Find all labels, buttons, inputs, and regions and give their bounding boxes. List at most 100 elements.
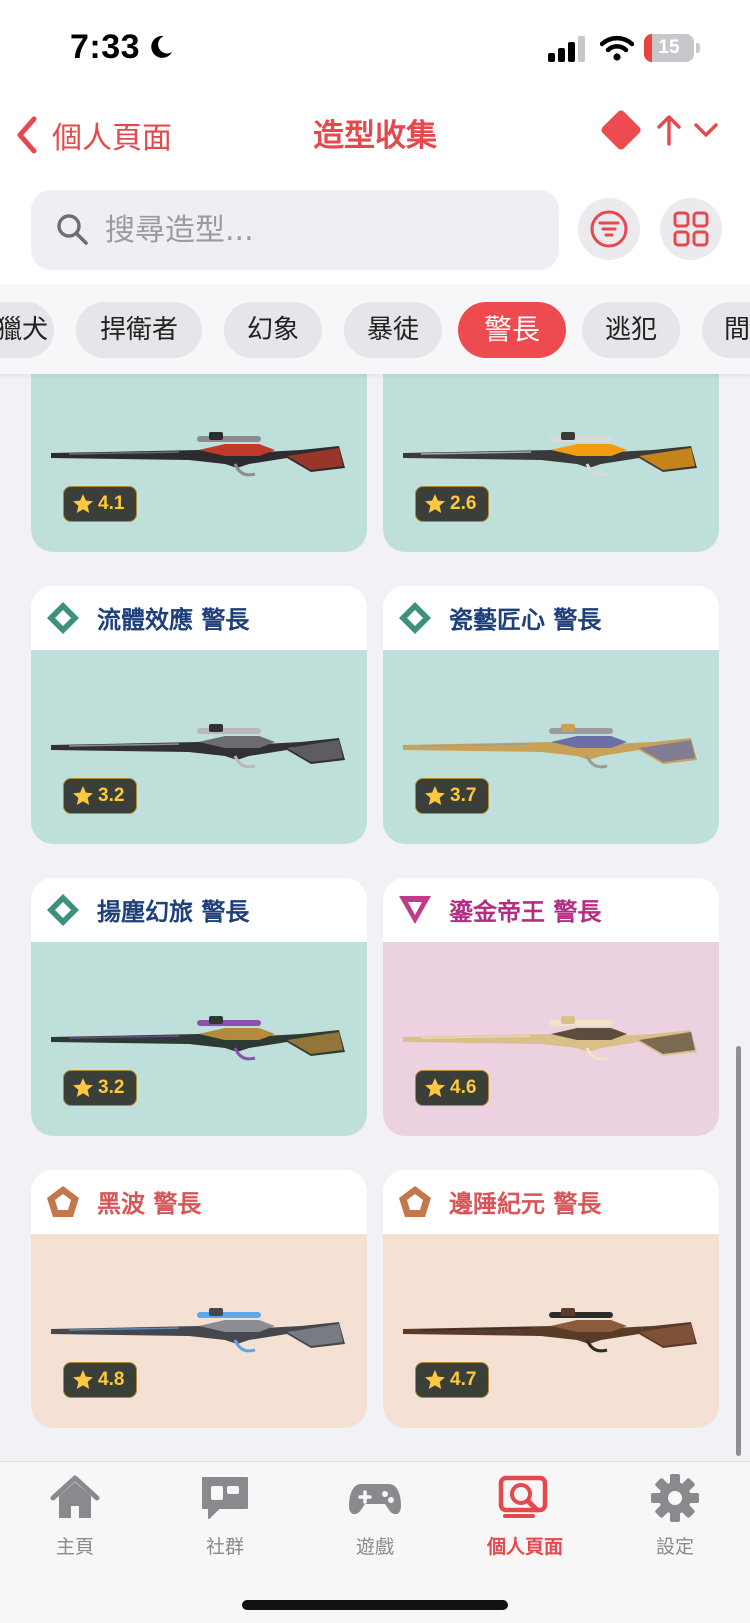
search-input[interactable] xyxy=(105,190,545,270)
skin-image-panel: 4.7 xyxy=(383,1234,719,1428)
rating-value: 2.6 xyxy=(450,493,477,514)
skin-card-header: 揚塵幻旅 警長 xyxy=(31,878,367,942)
select-tier-icon xyxy=(399,602,431,634)
rating-badge: 2.6 xyxy=(415,486,490,522)
filter-button[interactable] xyxy=(578,198,640,260)
premium-tier-icon xyxy=(399,1186,431,1217)
rating-value: 4.6 xyxy=(450,1077,477,1098)
tab-games-label: 遊戲 xyxy=(355,1536,394,1558)
search-bar[interactable] xyxy=(31,190,559,270)
tab-profile[interactable]: 個人頁面 xyxy=(460,1472,590,1572)
grid-icon xyxy=(673,211,709,247)
tab-community[interactable]: 社群 xyxy=(160,1472,290,1572)
rating-badge: 4.7 xyxy=(415,1362,490,1398)
skin-name: 揚塵幻旅 警長 xyxy=(97,898,250,926)
star-icon xyxy=(425,1078,445,1097)
skin-name: 流體效應 警長 xyxy=(97,606,250,634)
select-tier-icon xyxy=(47,602,79,634)
tab-bar: 主頁 社群 遊戲 個人頁面 設定 xyxy=(0,1461,750,1623)
search-icon xyxy=(57,214,88,245)
tab-games[interactable]: 遊戲 xyxy=(310,1472,440,1572)
rating-value: 3.2 xyxy=(98,785,125,806)
star-icon xyxy=(73,1078,93,1097)
sort-controls xyxy=(599,108,720,152)
tab-community-label: 社群 xyxy=(205,1536,244,1558)
skin-name: 瓷藝匠心 警長 xyxy=(449,606,602,634)
skin-card[interactable]: 瓷藝匠心 警長 3.7 xyxy=(383,586,719,844)
marshal-rifle-image xyxy=(403,1016,697,1061)
chip-spy[interactable]: 間諜 xyxy=(702,302,750,358)
chevron-down-icon[interactable] xyxy=(692,120,720,140)
chip-phantom[interactable]: 幻象 xyxy=(224,302,322,358)
tab-settings[interactable]: 設定 xyxy=(610,1472,740,1572)
skin-card-header: 流體效應 警長 xyxy=(31,586,367,650)
weapon-filter-chips: 獵犬 捍衛者 幻象 暴徒 警長 逃犯 間諜 xyxy=(0,284,750,374)
rating-badge: 3.2 xyxy=(63,778,138,814)
tab-settings-label: 設定 xyxy=(655,1536,694,1558)
search-row xyxy=(0,188,750,284)
marshal-rifle-image xyxy=(403,724,697,769)
skin-name: 黑波 警長 xyxy=(97,1190,202,1218)
diamond-icon[interactable] xyxy=(599,108,643,152)
skin-collection-screen: 7:33 15 個人頁面 造型收集 搜尋造型... 獵犬 捍衛者 幻象 暴徒 警… xyxy=(0,0,750,1623)
skin-card[interactable]: 鎏金帝王 警長 4.6 xyxy=(383,878,719,1136)
gamepad-icon xyxy=(349,1484,401,1515)
chip-outlaw[interactable]: 逃犯 xyxy=(582,302,680,358)
arrow-up-icon[interactable] xyxy=(656,114,682,146)
home-indicator xyxy=(242,1600,508,1610)
scrollbar[interactable] xyxy=(736,1046,741,1456)
cellular-signal-icon xyxy=(548,36,585,62)
rating-badge: 3.2 xyxy=(63,1070,138,1106)
chip-hound[interactable]: 獵犬 xyxy=(0,302,54,358)
skin-image-panel: 3.2 xyxy=(31,650,367,844)
skin-image-panel: 4.6 xyxy=(383,942,719,1136)
skin-name: 邊陲紀元 警長 xyxy=(449,1190,602,1218)
rating-value: 3.7 xyxy=(450,785,477,806)
rating-value: 4.7 xyxy=(450,1369,477,1390)
grid-view-button[interactable] xyxy=(660,198,722,260)
marshal-rifle-image xyxy=(51,724,345,769)
marshal-rifle-image xyxy=(403,432,697,477)
tab-profile-label: 個人頁面 xyxy=(486,1536,563,1558)
rating-value: 3.2 xyxy=(98,1077,125,1098)
moon-icon xyxy=(151,35,172,58)
status-bar: 7:33 15 xyxy=(0,0,750,100)
skin-card[interactable]: 揚塵幻旅 警長 3.2 xyxy=(31,878,367,1136)
rating-badge: 4.6 xyxy=(415,1070,490,1106)
marshal-rifle-image xyxy=(403,1308,697,1353)
skin-card[interactable]: 黑波 警長 4.8 xyxy=(31,1170,367,1428)
marshal-rifle-image xyxy=(51,1016,345,1061)
star-icon xyxy=(425,1370,445,1389)
chip-marshal[interactable]: 警長 xyxy=(458,302,566,358)
skin-card[interactable]: 2.6 xyxy=(383,374,719,552)
skin-image-panel: 4.1 xyxy=(31,374,367,552)
rating-value: 4.8 xyxy=(98,1369,125,1390)
skin-card-header: 邊陲紀元 警長 xyxy=(383,1170,719,1234)
rating-badge: 4.1 xyxy=(63,486,138,522)
skin-image-panel: 4.8 xyxy=(31,1234,367,1428)
chip-bucky[interactable]: 暴徒 xyxy=(344,302,442,358)
profile-search-icon xyxy=(498,1475,548,1518)
skin-image-panel: 3.7 xyxy=(383,650,719,844)
skin-card[interactable]: 4.1 xyxy=(31,374,367,552)
nav-bar: 個人頁面 造型收集 xyxy=(0,100,750,188)
skin-image-panel: 3.2 xyxy=(31,942,367,1136)
select-tier-icon xyxy=(47,894,79,926)
rating-badge: 3.7 xyxy=(415,778,490,814)
star-icon xyxy=(425,786,445,805)
star-icon xyxy=(73,494,93,513)
star-icon xyxy=(73,786,93,805)
rating-value: 4.1 xyxy=(98,493,125,514)
chip-defender[interactable]: 捍衛者 xyxy=(76,302,202,358)
skin-card[interactable]: 流體效應 警長 3.2 xyxy=(31,586,367,844)
skin-card[interactable]: 邊陲紀元 警長 4.7 xyxy=(383,1170,719,1428)
marshal-rifle-image xyxy=(51,432,345,477)
rating-badge: 4.8 xyxy=(63,1362,138,1398)
status-time: 7:33 xyxy=(70,28,141,66)
skin-grid: 4.1 2.6 流體效應 警長 3.2 瓷藝匠心 警長 3.7 揚塵幻旅 警長 3.2 鎏金帝王… xyxy=(0,374,750,1461)
tab-home[interactable]: 主頁 xyxy=(10,1472,140,1572)
skin-name: 鎏金帝王 警長 xyxy=(449,898,602,926)
marshal-rifle-image xyxy=(51,1308,345,1353)
gear-icon xyxy=(651,1474,699,1522)
battery-indicator: 15 xyxy=(644,34,700,62)
